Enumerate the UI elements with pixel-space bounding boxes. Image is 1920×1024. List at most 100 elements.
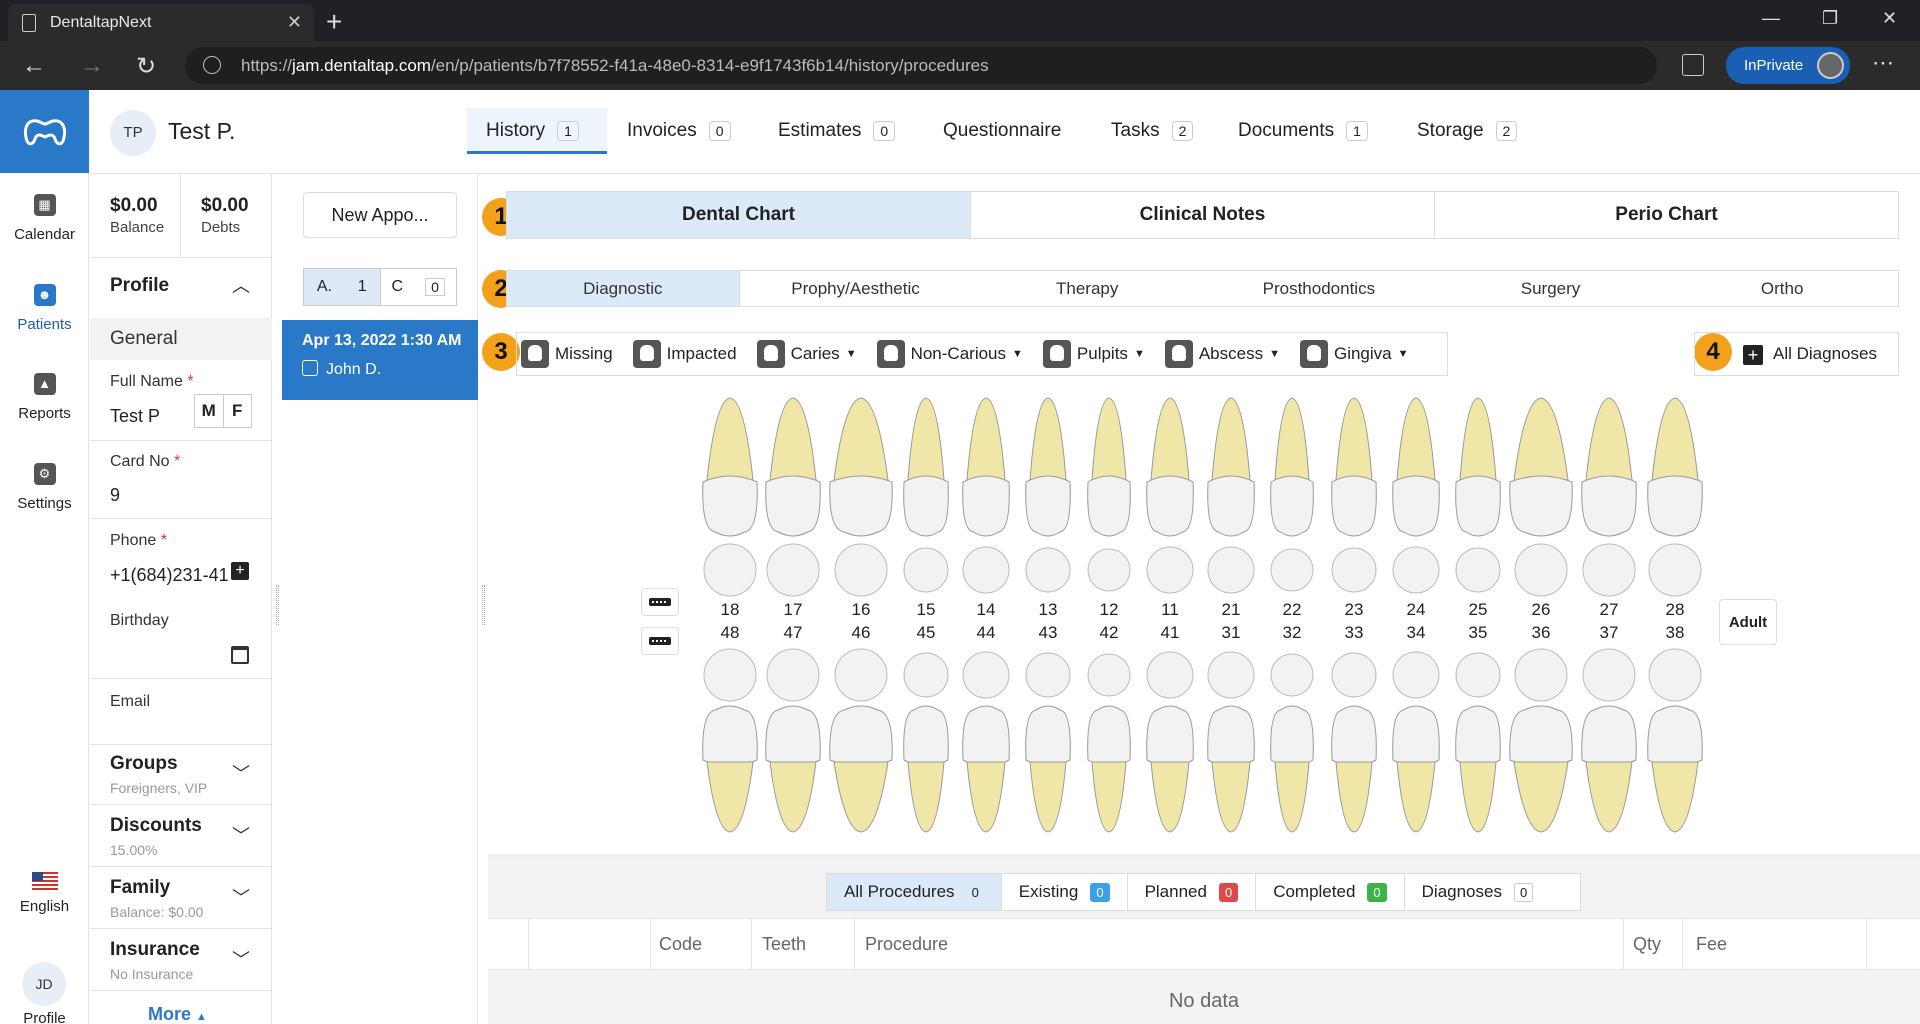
tooth-46-surface[interactable] (834, 648, 888, 702)
tooth-25-root[interactable] (1459, 397, 1497, 481)
tooth-42-crown[interactable] (1087, 705, 1131, 767)
tooth-36-root[interactable] (1513, 761, 1569, 833)
tooth-33-crown[interactable] (1331, 705, 1377, 767)
tooth-46-crown[interactable] (829, 705, 893, 767)
subtab-prosthodontics[interactable]: Prosthodontics (1203, 271, 1435, 306)
tooth-24-root[interactable] (1396, 397, 1436, 481)
subtab-surgery[interactable]: Surgery (1435, 271, 1667, 306)
tooth-17-surface[interactable] (766, 543, 820, 597)
tooth-number-upper[interactable]: 12 (1100, 600, 1119, 619)
upper-jaw-toggle[interactable] (641, 588, 679, 616)
tooth-33-root[interactable] (1335, 761, 1373, 833)
tooth-28-surface[interactable] (1648, 543, 1702, 597)
filter-existing[interactable]: Existing 0 (1002, 874, 1128, 910)
resize-handle[interactable] (482, 585, 485, 625)
tooth-32-crown[interactable] (1270, 705, 1314, 767)
tooth-number-lower[interactable]: 36 (1532, 623, 1551, 642)
new-tab-icon[interactable]: + (326, 6, 342, 38)
tooth-48-surface[interactable] (703, 648, 757, 702)
tooth-11-crown[interactable] (1146, 475, 1194, 537)
discounts-title[interactable]: Discounts (110, 815, 202, 837)
tooth-18-surface[interactable] (703, 543, 757, 597)
tooth-17-crown[interactable] (765, 475, 821, 537)
tooth-45-surface[interactable] (903, 652, 949, 698)
calendar-picker-icon[interactable] (231, 646, 249, 664)
tooth-number-upper[interactable]: 25 (1469, 600, 1488, 619)
tooth-14-root[interactable] (966, 397, 1006, 481)
tooth-35-surface[interactable] (1455, 652, 1501, 698)
tooth-21-crown[interactable] (1207, 475, 1255, 537)
tab-storage[interactable]: Storage 2 (1417, 120, 1518, 142)
tooth-43-root[interactable] (1029, 761, 1067, 833)
tooth-45-crown[interactable] (903, 705, 949, 767)
tooth-41-root[interactable] (1150, 761, 1190, 833)
tooth-number-upper[interactable]: 21 (1222, 600, 1241, 619)
column-fee[interactable]: Fee (1696, 934, 1727, 955)
tooth-32-surface[interactable] (1270, 653, 1314, 697)
tab-perio-chart[interactable]: Perio Chart (1435, 192, 1898, 238)
tooth-23-surface[interactable] (1331, 547, 1377, 593)
tooth-31-root[interactable] (1211, 761, 1251, 833)
minimize-icon[interactable]: — (1762, 8, 1780, 29)
gender-f[interactable]: F (224, 395, 252, 427)
tooth-number-upper[interactable]: 28 (1666, 600, 1685, 619)
tooth-48-root[interactable] (706, 761, 754, 833)
tooth-38-surface[interactable] (1648, 648, 1702, 702)
filter-a[interactable]: A. 1 (304, 269, 381, 305)
tab-estimates[interactable]: Estimates 0 (778, 120, 896, 142)
tooth-26-surface[interactable] (1514, 543, 1568, 597)
tooth-22-root[interactable] (1274, 397, 1310, 481)
tooth-33-surface[interactable] (1331, 652, 1377, 698)
inprivate-button[interactable]: InPrivate (1726, 47, 1850, 84)
tooth-24-surface[interactable] (1392, 546, 1440, 594)
user-profile-label[interactable]: Profile (0, 1010, 89, 1024)
tooth-13-root[interactable] (1029, 397, 1067, 481)
all-diagnoses-button[interactable]: + All Diagnoses (1694, 332, 1899, 376)
back-icon[interactable]: ← (22, 52, 46, 80)
tooth-28-root[interactable] (1651, 397, 1699, 481)
chevron-down-icon[interactable]: ﹀ (232, 760, 250, 786)
collections-icon[interactable] (1682, 54, 1704, 76)
tab-tasks[interactable]: Tasks 2 (1111, 120, 1194, 142)
tooth-number-lower[interactable]: 46 (852, 623, 871, 642)
tooth-44-crown[interactable] (962, 705, 1010, 767)
chevron-down-icon[interactable]: ﹀ (232, 946, 250, 972)
tool-caries[interactable]: Caries ▼ (756, 340, 857, 368)
tooth-34-crown[interactable] (1392, 705, 1440, 767)
tooth-number-upper[interactable]: 16 (852, 600, 871, 619)
tooth-number-lower[interactable]: 48 (721, 623, 740, 642)
tooth-27-crown[interactable] (1581, 475, 1637, 537)
tooth-number-upper[interactable]: 14 (977, 600, 996, 619)
tooth-41-surface[interactable] (1146, 651, 1194, 699)
add-phone-icon[interactable]: + (231, 562, 249, 580)
tooth-34-surface[interactable] (1392, 651, 1440, 699)
tab-questionnaire[interactable]: Questionnaire (943, 120, 1061, 142)
tooth-number-lower[interactable]: 43 (1039, 623, 1058, 642)
tooth-number-upper[interactable]: 18 (721, 600, 740, 619)
column-code[interactable]: Code (659, 934, 702, 955)
tool-pulpits[interactable]: Pulpits ▼ (1042, 340, 1145, 368)
tooth-number-upper[interactable]: 11 (1161, 600, 1179, 619)
tooth-31-crown[interactable] (1207, 705, 1255, 767)
tooth-number-lower[interactable]: 32 (1283, 623, 1302, 642)
insurance-title[interactable]: Insurance (110, 939, 200, 961)
tooth-27-root[interactable] (1585, 397, 1633, 481)
filter-all-procedures[interactable]: All Procedures 0 (827, 874, 1002, 910)
phone-field[interactable]: +1(684)231-41 (110, 565, 229, 586)
tooth-24-crown[interactable] (1392, 475, 1440, 537)
tooth-43-crown[interactable] (1025, 705, 1071, 767)
tooth-15-root[interactable] (907, 397, 945, 481)
tooth-47-root[interactable] (769, 761, 817, 833)
tooth-number-lower[interactable]: 44 (977, 623, 996, 642)
more-button[interactable]: More ▲ (148, 1004, 207, 1024)
tooth-number-lower[interactable]: 42 (1100, 623, 1119, 642)
tooth-number-lower[interactable]: 47 (784, 623, 803, 642)
tooth-18-crown[interactable] (702, 475, 758, 537)
tooth-15-crown[interactable] (903, 475, 949, 537)
subtab-therapy[interactable]: Therapy (971, 271, 1203, 306)
dental-chart[interactable]: 18 48 17 47 16 46 15 45 14 44 13 43 12 42 11 41 21 31 22 32… (660, 390, 1720, 840)
close-window-icon[interactable]: ✕ (1882, 8, 1897, 29)
new-appointment-button[interactable]: New Appo... (303, 192, 457, 238)
tooth-37-root[interactable] (1585, 761, 1633, 833)
user-avatar[interactable]: JD (22, 962, 66, 1006)
